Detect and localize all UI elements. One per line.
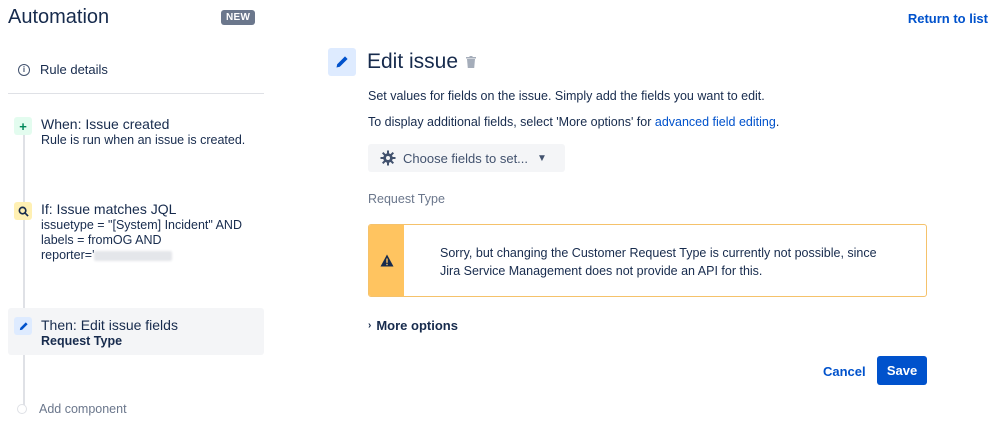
choose-fields-button[interactable]: Choose fields to set... ▼ (368, 144, 565, 172)
cancel-button[interactable]: Cancel (815, 357, 874, 385)
save-button[interactable]: Save (877, 356, 927, 385)
jql-line-reporter: reporter=' (41, 248, 264, 263)
trigger-step[interactable]: + When: Issue created Rule is run when a… (8, 115, 264, 148)
step-description: Request Type (41, 334, 123, 348)
desc-suffix: . (775, 115, 780, 129)
pencil-icon (14, 317, 32, 335)
pencil-icon (328, 48, 356, 76)
chevron-right-icon: › (368, 320, 372, 331)
choose-fields-label: Choose fields to set... (403, 150, 529, 166)
step-description: Rule is run when an issue is created. (41, 133, 246, 147)
warning-line: Jira Service Management does not provide… (440, 264, 763, 278)
description: Set values for fields on the issue. Simp… (368, 89, 765, 103)
sidebar-divider (8, 93, 264, 94)
warning-stripe (369, 225, 404, 296)
redacted-value (94, 250, 173, 261)
add-component-label: Add component (39, 402, 127, 416)
warning-icon (380, 254, 393, 267)
rule-details-label: Rule details (40, 62, 108, 77)
jql-reporter-prefix: reporter=' (41, 248, 95, 262)
gear-icon (380, 150, 396, 166)
step-title: If: Issue matches JQL (41, 201, 177, 217)
info-icon: i (18, 63, 30, 76)
warning-banner: Sorry, but changing the Customer Request… (368, 224, 927, 297)
description-advanced: To display additional fields, select 'Mo… (368, 115, 779, 129)
chevron-down-icon: ▼ (537, 152, 547, 164)
search-icon (14, 202, 32, 220)
timeline-line (23, 125, 25, 405)
trash-icon[interactable] (466, 56, 477, 68)
more-options-toggle[interactable]: › More options (368, 318, 458, 333)
new-badge: NEW (221, 10, 256, 25)
jql-line: issuetype = "[System] Incident" AND (41, 218, 242, 232)
return-to-list-link[interactable]: Return to list (908, 11, 988, 26)
desc-prefix: To display additional fields, select 'Mo… (368, 115, 655, 129)
jql-line: labels = fromOG AND (41, 233, 162, 247)
add-dot-icon (17, 404, 27, 414)
warning-message: Sorry, but changing the Customer Request… (404, 225, 877, 296)
request-type-label: Request Type (368, 192, 445, 206)
condition-step[interactable]: If: Issue matches JQL issuetype = "[Syst… (8, 200, 264, 263)
rule-details-item[interactable]: i Rule details (18, 62, 108, 77)
step-title: When: Issue created (41, 116, 170, 132)
action-step[interactable]: Then: Edit issue fields Request Type (8, 308, 264, 355)
more-options-label: More options (376, 318, 458, 333)
page-title-text: Edit issue (367, 50, 459, 73)
page-title: Edit issue (367, 50, 477, 74)
step-title: Then: Edit issue fields (41, 317, 178, 333)
plus-icon: + (14, 117, 32, 135)
warning-line: Sorry, but changing the Customer Request… (440, 246, 877, 260)
advanced-field-editing-link[interactable]: advanced field editing (655, 115, 776, 129)
add-component-button[interactable]: Add component (17, 402, 127, 416)
app-title: Automation (8, 6, 110, 28)
